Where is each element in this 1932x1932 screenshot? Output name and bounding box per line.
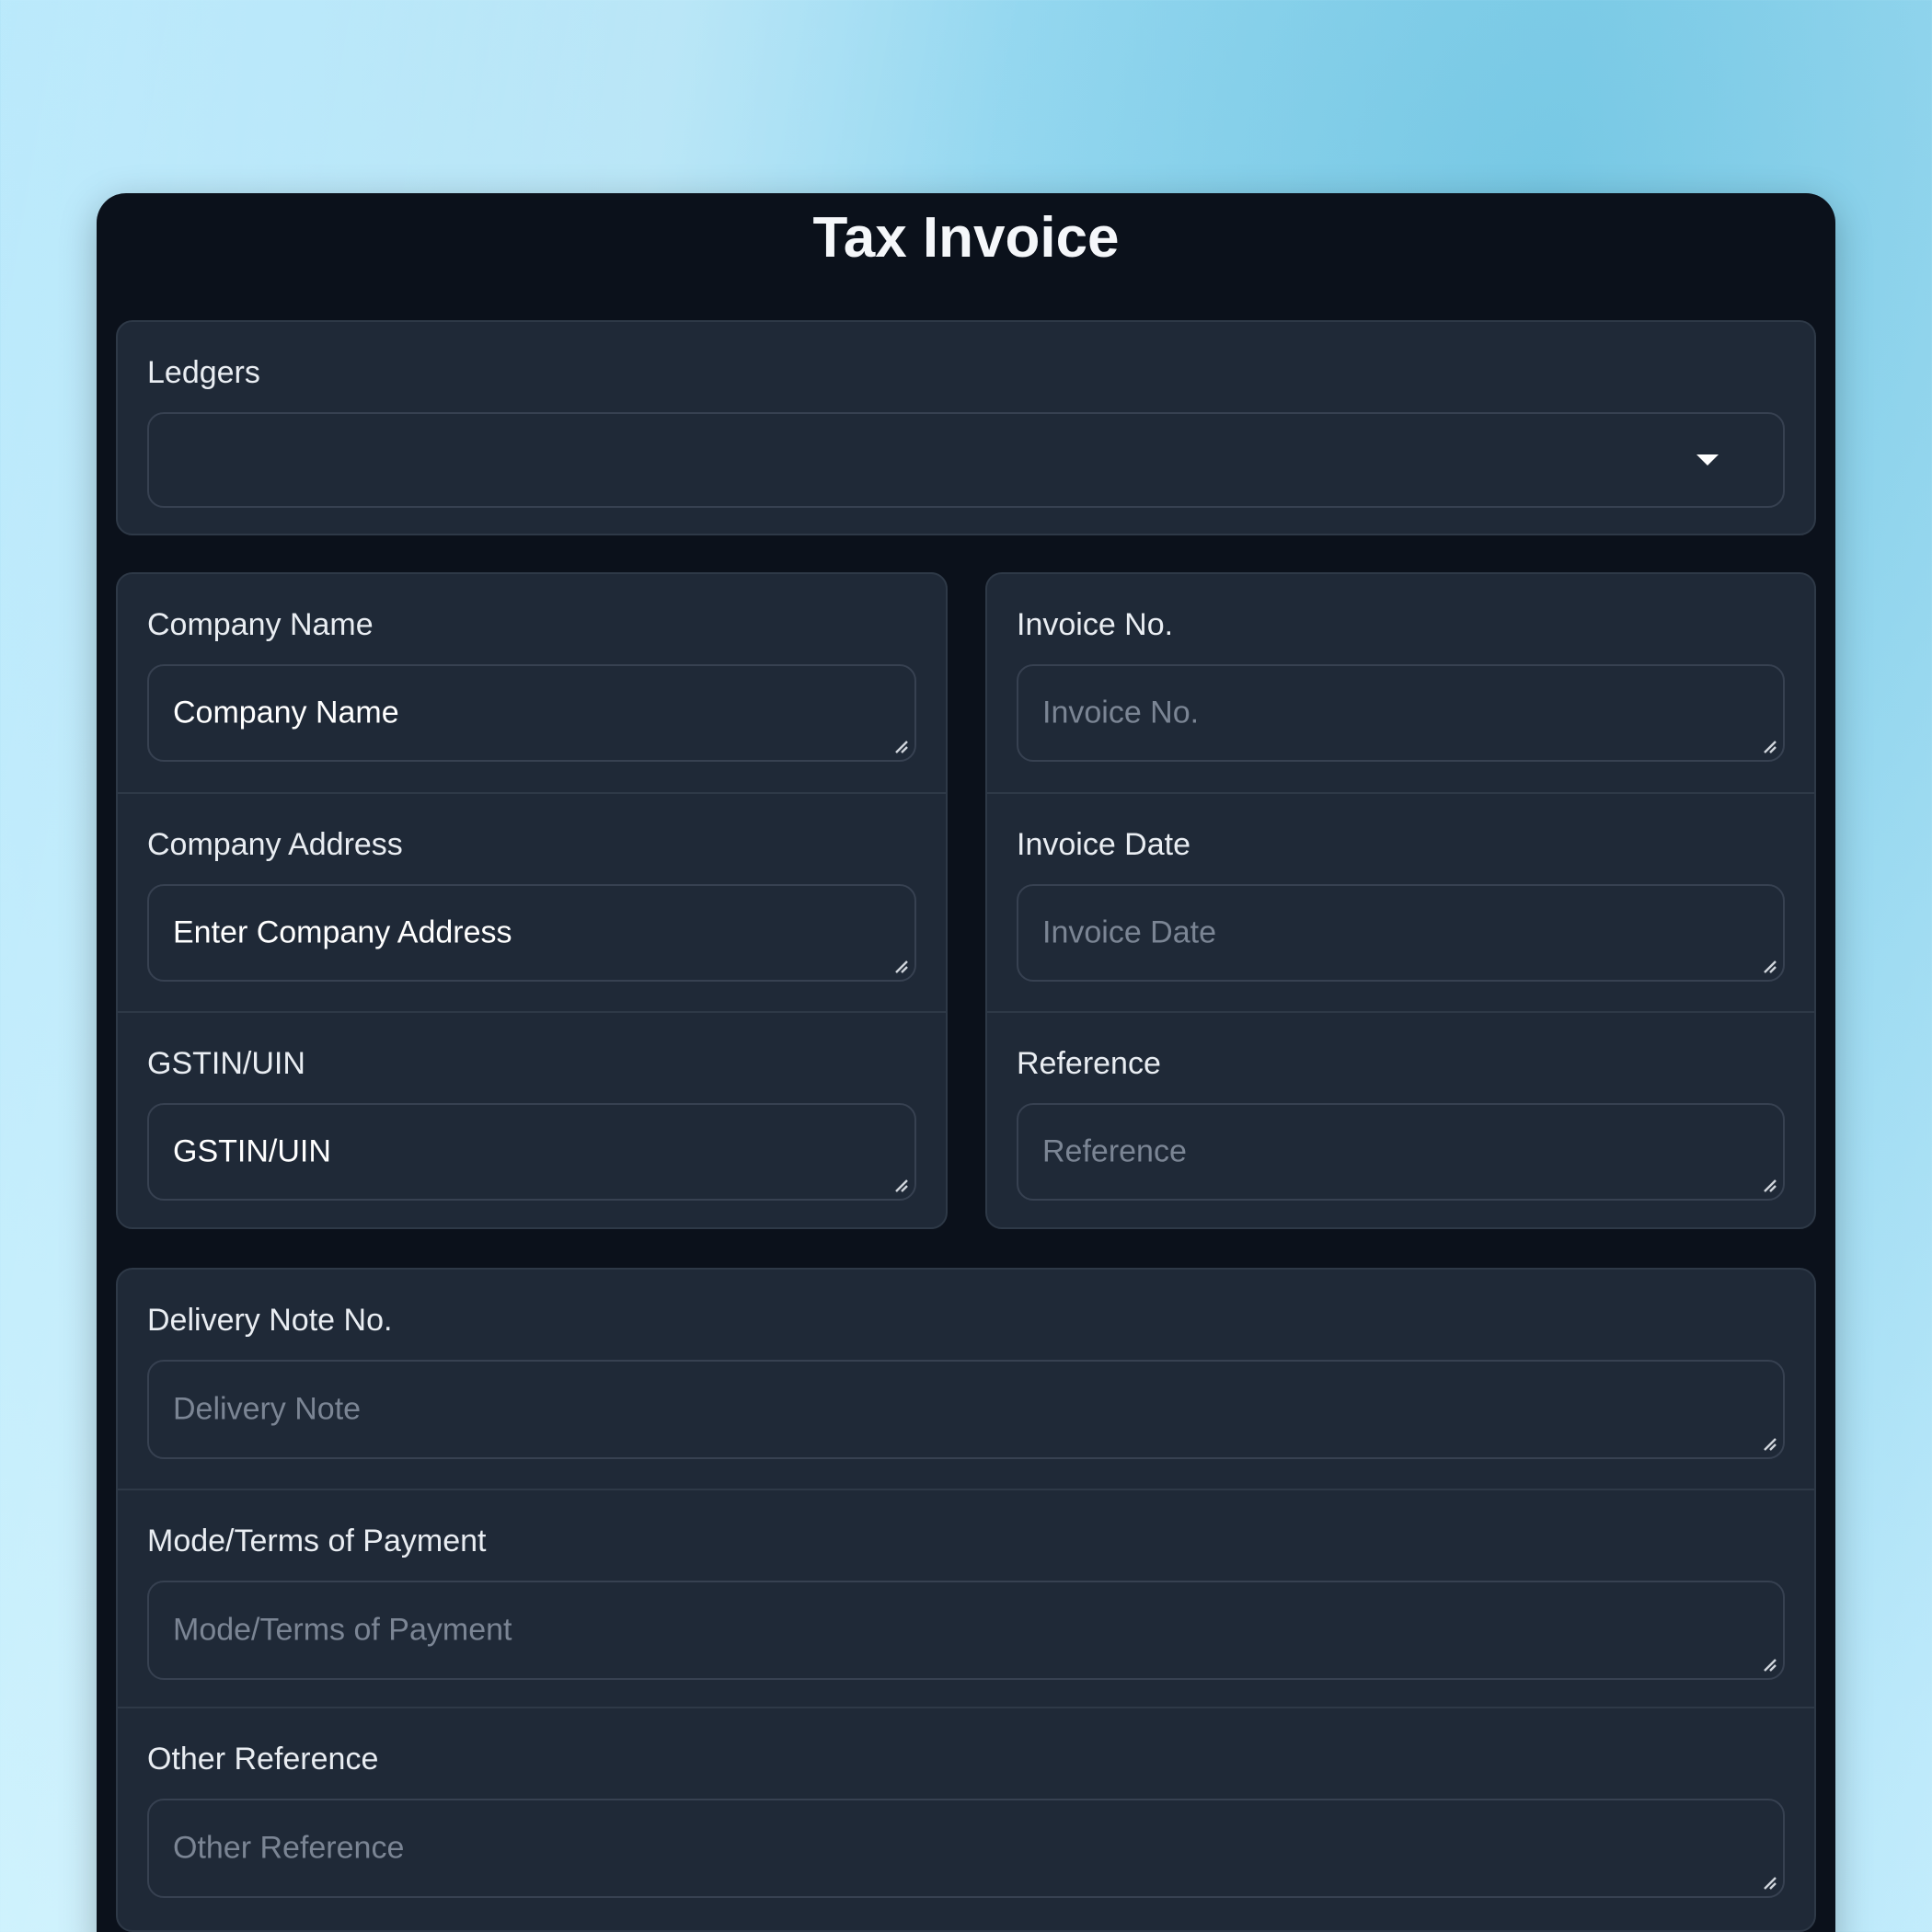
delivery-note-label: Delivery Note No. bbox=[147, 1303, 393, 1338]
resize-handle-icon[interactable] bbox=[1761, 1435, 1777, 1452]
other-reference-placeholder: Other Reference bbox=[173, 1830, 405, 1866]
company-address-label: Company Address bbox=[147, 827, 403, 862]
resize-handle-icon[interactable] bbox=[1761, 1177, 1777, 1193]
chevron-down-icon bbox=[1696, 454, 1719, 466]
invoice-card: Tax Invoice Ledgers Company Name Company… bbox=[97, 193, 1835, 1932]
invoice-date-field: Invoice Date Invoice Date bbox=[987, 792, 1814, 1011]
company-panel: Company Name Company Name Company Addres… bbox=[116, 572, 948, 1229]
delivery-note-placeholder: Delivery Note bbox=[173, 1391, 362, 1427]
gstin-input[interactable]: GSTIN/UIN bbox=[147, 1103, 916, 1201]
payment-terms-field: Mode/Terms of Payment Mode/Terms of Paym… bbox=[118, 1489, 1814, 1707]
resize-handle-icon[interactable] bbox=[1761, 958, 1777, 974]
company-name-value: Company Name bbox=[173, 695, 399, 730]
company-address-field: Company Address Enter Company Address bbox=[118, 792, 946, 1011]
payment-terms-input[interactable]: Mode/Terms of Payment bbox=[147, 1581, 1785, 1680]
invoice-no-placeholder: Invoice No. bbox=[1042, 695, 1200, 730]
ledgers-select[interactable] bbox=[147, 412, 1785, 508]
delivery-note-input[interactable]: Delivery Note bbox=[147, 1360, 1785, 1459]
company-address-value: Enter Company Address bbox=[173, 914, 512, 950]
ledgers-panel: Ledgers bbox=[116, 320, 1816, 535]
reference-input[interactable]: Reference bbox=[1017, 1103, 1785, 1201]
invoice-no-field: Invoice No. Invoice No. bbox=[987, 574, 1814, 792]
delivery-note-field: Delivery Note No. Delivery Note bbox=[118, 1270, 1814, 1489]
gstin-value: GSTIN/UIN bbox=[173, 1133, 331, 1169]
other-reference-label: Other Reference bbox=[147, 1742, 379, 1777]
resize-handle-icon[interactable] bbox=[892, 1177, 909, 1193]
other-reference-input[interactable]: Other Reference bbox=[147, 1799, 1785, 1898]
invoice-no-input[interactable]: Invoice No. bbox=[1017, 664, 1785, 762]
resize-handle-icon[interactable] bbox=[892, 738, 909, 754]
reference-placeholder: Reference bbox=[1042, 1133, 1187, 1169]
page-title: Tax Invoice bbox=[812, 206, 1120, 270]
reference-label: Reference bbox=[1017, 1046, 1161, 1081]
invoice-no-label: Invoice No. bbox=[1017, 607, 1174, 642]
resize-handle-icon[interactable] bbox=[1761, 1656, 1777, 1673]
company-name-label: Company Name bbox=[147, 607, 374, 642]
company-name-input[interactable]: Company Name bbox=[147, 664, 916, 762]
delivery-panel: Delivery Note No. Delivery Note Mode/Ter… bbox=[116, 1268, 1816, 1932]
gstin-label: GSTIN/UIN bbox=[147, 1046, 305, 1081]
invoice-date-placeholder: Invoice Date bbox=[1042, 914, 1216, 950]
gstin-field: GSTIN/UIN GSTIN/UIN bbox=[118, 1011, 946, 1229]
company-name-field: Company Name Company Name bbox=[118, 574, 946, 792]
invoice-date-input[interactable]: Invoice Date bbox=[1017, 884, 1785, 982]
ledgers-label: Ledgers bbox=[147, 355, 260, 390]
reference-field: Reference Reference bbox=[987, 1011, 1814, 1229]
other-reference-field: Other Reference Other Reference bbox=[118, 1707, 1814, 1932]
resize-handle-icon[interactable] bbox=[1761, 1874, 1777, 1891]
resize-handle-icon[interactable] bbox=[892, 958, 909, 974]
payment-terms-placeholder: Mode/Terms of Payment bbox=[173, 1612, 512, 1648]
resize-handle-icon[interactable] bbox=[1761, 738, 1777, 754]
invoice-date-label: Invoice Date bbox=[1017, 827, 1190, 862]
invoice-details-panel: Invoice No. Invoice No. Invoice Date Inv… bbox=[985, 572, 1816, 1229]
payment-terms-label: Mode/Terms of Payment bbox=[147, 1524, 487, 1558]
company-address-input[interactable]: Enter Company Address bbox=[147, 884, 916, 982]
